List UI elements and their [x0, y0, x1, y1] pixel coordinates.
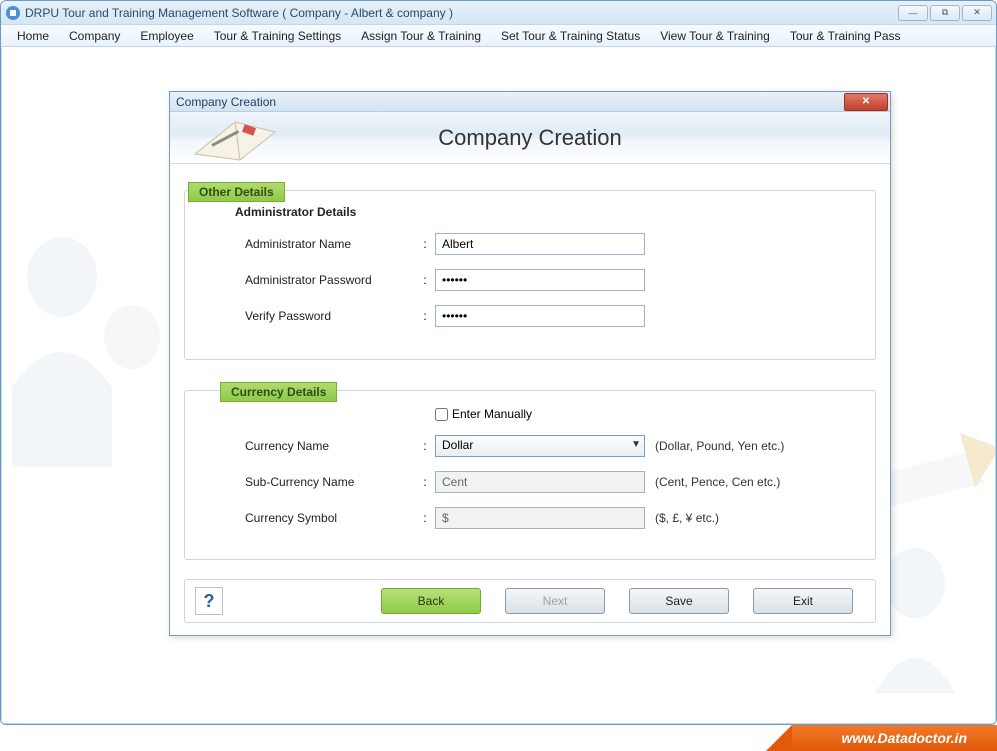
sub-currency-input [435, 471, 645, 493]
window-title: DRPU Tour and Training Management Softwa… [25, 6, 898, 20]
verify-password-label: Verify Password [245, 309, 415, 323]
maximize-button[interactable]: ⧉ [930, 5, 960, 21]
currency-symbol-input [435, 507, 645, 529]
sub-currency-label: Sub-Currency Name [245, 475, 415, 489]
verify-password-row: Verify Password : [245, 305, 855, 327]
admin-name-label: Administrator Name [245, 237, 415, 251]
admin-name-input[interactable] [435, 233, 645, 255]
admin-password-row: Administrator Password : [245, 269, 855, 291]
admin-name-row: Administrator Name : [245, 233, 855, 255]
menu-employee[interactable]: Employee [130, 27, 203, 45]
currency-name-row: Currency Name : Dollar ▼ (Dollar, Pound,… [245, 435, 855, 457]
dialog-close-button[interactable]: ✕ [844, 93, 888, 111]
application-window: DRPU Tour and Training Management Softwa… [0, 0, 997, 725]
menu-company[interactable]: Company [59, 27, 130, 45]
dialog-header-title: Company Creation [438, 125, 621, 151]
other-details-group: Administrator Details Administrator Name… [184, 190, 876, 360]
enter-manually-label: Enter Manually [452, 407, 532, 421]
admin-details-label: Administrator Details [235, 205, 855, 219]
currency-name-label: Currency Name [245, 439, 415, 453]
currency-details-badge: Currency Details [220, 382, 337, 402]
menu-assign-tour-training[interactable]: Assign Tour & Training [351, 27, 491, 45]
sub-currency-row: Sub-Currency Name : (Cent, Pence, Cen et… [245, 471, 855, 493]
dialog-title: Company Creation [176, 95, 276, 109]
window-controls: — ⧉ ✕ [898, 5, 992, 21]
currency-symbol-hint: ($, £, ¥ etc.) [655, 511, 719, 525]
menu-set-status[interactable]: Set Tour & Training Status [491, 27, 650, 45]
enter-manually-row: Enter Manually [435, 407, 855, 421]
minimize-button[interactable]: — [898, 5, 928, 21]
other-details-badge: Other Details [188, 182, 285, 202]
dialog-titlebar: Company Creation ✕ [170, 92, 890, 112]
verify-password-input[interactable] [435, 305, 645, 327]
enter-manually-checkbox[interactable] [435, 408, 448, 421]
help-button[interactable]: ? [195, 587, 223, 615]
admin-password-label: Administrator Password [245, 273, 415, 287]
background-illustration-left [0, 187, 182, 487]
titlebar: DRPU Tour and Training Management Softwa… [1, 1, 996, 25]
currency-symbol-label: Currency Symbol [245, 511, 415, 525]
menu-view[interactable]: View Tour & Training [650, 27, 780, 45]
dialog-header: Company Creation [170, 112, 890, 164]
save-button[interactable]: Save [629, 588, 729, 614]
menu-pass[interactable]: Tour & Training Pass [780, 27, 911, 45]
notebook-icon [180, 112, 290, 164]
next-button: Next [505, 588, 605, 614]
currency-name-hint: (Dollar, Pound, Yen etc.) [655, 439, 784, 453]
currency-symbol-row: Currency Symbol : ($, £, ¥ etc.) [245, 507, 855, 529]
footer-url: www.Datadoctor.in [842, 730, 968, 746]
menu-home[interactable]: Home [7, 27, 59, 45]
company-creation-dialog: Company Creation ✕ Company Creation Othe… [169, 91, 891, 636]
close-button[interactable]: ✕ [962, 5, 992, 21]
back-button[interactable]: Back [381, 588, 481, 614]
sub-currency-hint: (Cent, Pence, Cen etc.) [655, 475, 780, 489]
exit-button[interactable]: Exit [753, 588, 853, 614]
currency-details-group: Enter Manually Currency Name : Dollar ▼ … [184, 390, 876, 560]
menu-tour-training-settings[interactable]: Tour & Training Settings [204, 27, 351, 45]
button-bar: ? Back Next Save Exit [184, 579, 876, 623]
admin-password-input[interactable] [435, 269, 645, 291]
menu-bar: Home Company Employee Tour & Training Se… [1, 25, 996, 47]
currency-name-select[interactable]: Dollar [435, 435, 645, 457]
app-icon [5, 5, 21, 21]
footer-strip: www.Datadoctor.in [792, 725, 997, 751]
dialog-body: Other Details Administrator Details Admi… [170, 164, 890, 564]
